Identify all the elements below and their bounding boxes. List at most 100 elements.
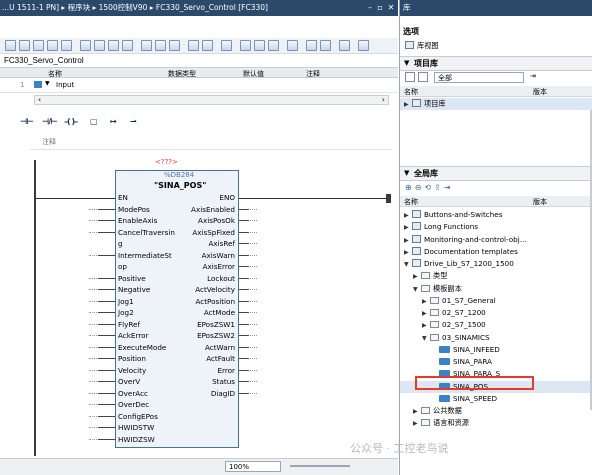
insert-row-icon[interactable]: [5, 40, 16, 51]
input-placeholder[interactable]: [89, 220, 97, 221]
input-pin[interactable]: ExecuteMode: [118, 343, 166, 352]
output-placeholder[interactable]: [250, 323, 257, 325]
library-tree-item[interactable]: ▶ 类型: [400, 270, 592, 282]
library-tree-item[interactable]: ▼ 模板副本: [400, 283, 592, 295]
library-tree-item[interactable]: ▶ Long Functions: [400, 221, 592, 233]
address-icon[interactable]: [141, 40, 152, 51]
input-placeholder[interactable]: [89, 427, 97, 428]
project-lib-icon[interactable]: [405, 72, 415, 82]
input-pin[interactable]: Jog2: [118, 308, 134, 317]
output-placeholder[interactable]: [250, 300, 257, 302]
output-pin[interactable]: ActVelocity: [195, 285, 235, 294]
expand-icon[interactable]: [108, 40, 119, 51]
zoom-select[interactable]: 100%: [225, 461, 281, 472]
minimize-icon[interactable]: –: [365, 3, 375, 13]
library-view-button[interactable]: 库视图: [405, 40, 592, 52]
input-placeholder[interactable]: [89, 289, 97, 290]
library-tree-item[interactable]: ▶ Monitoring-and-control-obj...: [400, 234, 592, 246]
output-placeholder[interactable]: [250, 312, 257, 313]
input-pin[interactable]: OverV: [118, 377, 140, 386]
monitor-icon[interactable]: [221, 40, 232, 51]
input-placeholder[interactable]: [89, 381, 97, 382]
filter-select[interactable]: 全部: [434, 72, 524, 83]
call-hierarchy-icon[interactable]: [306, 40, 317, 51]
library-tree-item[interactable]: SINA_INFEED: [400, 344, 592, 356]
input-pin[interactable]: g: [118, 239, 123, 248]
input-pin[interactable]: FlyRef: [118, 320, 140, 329]
output-pin[interactable]: EPosZSW2: [197, 331, 235, 340]
output-pin[interactable]: Status: [212, 377, 235, 386]
output-pin[interactable]: AxisWarn: [202, 251, 235, 260]
add-row-icon[interactable]: [19, 40, 30, 51]
output-pin[interactable]: AxisError: [203, 262, 235, 271]
input-pin[interactable]: IntermediateSt: [118, 251, 172, 260]
output-placeholder[interactable]: [250, 346, 257, 348]
library-tree-item[interactable]: ▶ 语言和资源: [400, 417, 592, 429]
glasses-icon[interactable]: [240, 40, 251, 51]
library-tree-item[interactable]: ▼ 03_SINAMICS: [400, 332, 592, 344]
close-icon[interactable]: ✕: [386, 3, 396, 13]
output-placeholder[interactable]: [250, 231, 257, 233]
output-placeholder[interactable]: [250, 277, 257, 279]
input-placeholder[interactable]: [89, 231, 97, 233]
cross-ref-icon[interactable]: [287, 40, 298, 51]
library-tree-item[interactable]: ▶ 01_S7_General: [400, 295, 592, 307]
input-pin[interactable]: AckError: [118, 331, 148, 340]
favorites-icon[interactable]: [169, 40, 180, 51]
input-placeholder[interactable]: [89, 404, 97, 405]
library-tree-item[interactable]: ▼ Drive_Lib_S7_1200_1500: [400, 258, 592, 270]
symbol-icon[interactable]: [155, 40, 166, 51]
coil-icon[interactable]: –( )–: [64, 117, 78, 126]
open-branch-icon[interactable]: ↦: [110, 117, 117, 126]
breakpoint-icon[interactable]: [254, 40, 265, 51]
chevron-down-icon[interactable]: ▼: [404, 259, 412, 271]
chevron-right-icon[interactable]: ▶: [422, 308, 430, 320]
output-placeholder[interactable]: [250, 392, 257, 394]
chevron-down-icon[interactable]: ▼: [413, 284, 421, 296]
output-pin[interactable]: Error: [217, 366, 235, 375]
output-placeholder[interactable]: [250, 381, 257, 382]
input-pin[interactable]: Positive: [118, 274, 146, 283]
output-pin[interactable]: AxisPosOk: [198, 216, 235, 225]
interface-row-input[interactable]: 1 ▼ Input: [0, 79, 398, 93]
collapse-icon[interactable]: ▼: [404, 59, 409, 67]
input-placeholder[interactable]: [89, 300, 97, 302]
collapse-icon[interactable]: [122, 40, 133, 51]
output-placeholder[interactable]: [250, 208, 257, 210]
library-tree-item[interactable]: SINA_PARA: [400, 356, 592, 368]
view-icon[interactable]: [358, 40, 369, 51]
input-pin[interactable]: Negative: [118, 285, 150, 294]
input-pin[interactable]: ModePos: [118, 205, 150, 214]
global-library-bar[interactable]: ▼ 全局库: [400, 166, 592, 181]
instance-placeholder[interactable]: <???>: [155, 158, 178, 166]
close-branch-icon[interactable]: ⇀: [130, 117, 137, 126]
list-view-icon[interactable]: [418, 72, 428, 82]
input-placeholder[interactable]: [89, 335, 97, 336]
output-pin[interactable]: AxisRef: [208, 239, 235, 248]
output-placeholder[interactable]: [250, 358, 257, 359]
output-placeholder[interactable]: [250, 369, 257, 371]
delete-row-icon[interactable]: [33, 40, 44, 51]
project-library-bar[interactable]: ▼ 项目库: [400, 56, 592, 71]
input-placeholder[interactable]: [89, 358, 97, 359]
output-pin[interactable]: ActPosition: [195, 297, 235, 306]
output-placeholder[interactable]: [250, 220, 257, 221]
input-placeholder[interactable]: [89, 369, 97, 371]
chevron-right-icon[interactable]: ▶: [404, 210, 412, 222]
chevron-right-icon[interactable]: ▶: [413, 418, 421, 430]
delete-network-icon[interactable]: [94, 40, 105, 51]
collapse-icon[interactable]: ▼: [404, 169, 409, 177]
nc-contact-icon[interactable]: ⊣/⊢: [42, 117, 58, 126]
chevron-down-icon[interactable]: ▼: [422, 333, 430, 345]
input-pin[interactable]: Position: [118, 354, 146, 363]
output-pin[interactable]: ENO: [219, 193, 235, 202]
input-pin[interactable]: HWIDSTW: [118, 423, 154, 432]
chevron-right-icon[interactable]: ▶: [404, 247, 412, 259]
library-tree-item[interactable]: SINA_SPEED: [400, 393, 592, 405]
scroll-left-icon[interactable]: ‹: [38, 95, 41, 104]
scroll-right-icon[interactable]: ›: [382, 95, 385, 104]
input-pin[interactable]: Jog1: [118, 297, 134, 306]
assignment-icon[interactable]: [320, 40, 331, 51]
input-pin[interactable]: OverAcc: [118, 389, 148, 398]
input-placeholder[interactable]: [89, 312, 97, 313]
